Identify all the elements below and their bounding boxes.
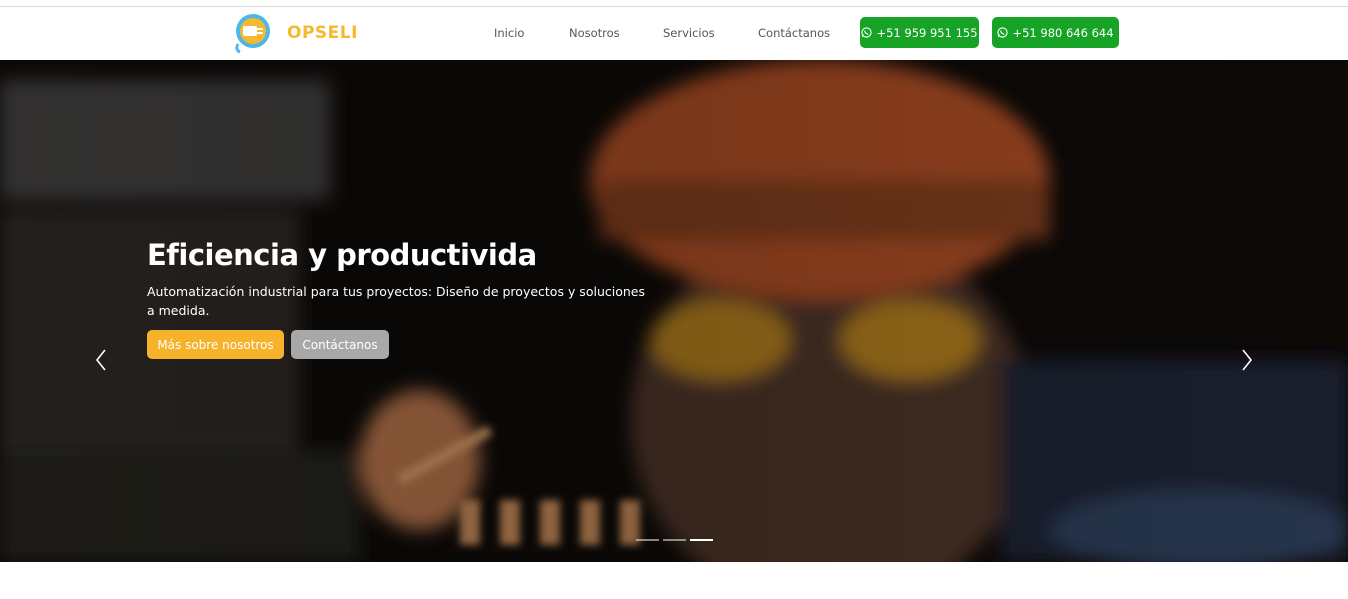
nav-link-contactanos[interactable]: Contáctanos xyxy=(758,26,830,40)
nav-link-servicios[interactable]: Servicios xyxy=(663,26,715,40)
carousel-indicator-1[interactable] xyxy=(636,539,659,541)
whatsapp-button-2[interactable]: +51 980 646 644 xyxy=(992,17,1119,48)
nav-link-nosotros[interactable]: Nosotros xyxy=(569,26,620,40)
whatsapp-icon xyxy=(997,27,1009,38)
nav-menu: Inicio Nosotros Servicios Contáctanos +5… xyxy=(0,7,1348,60)
whatsapp-button-1[interactable]: +51 959 951 155 xyxy=(860,17,979,48)
carousel-next-button[interactable] xyxy=(1240,348,1254,372)
navbar: OPSELI Inicio Nosotros Servicios Contáct… xyxy=(0,7,1348,60)
chevron-left-icon xyxy=(95,349,106,371)
whatsapp-number-1: +51 959 951 155 xyxy=(876,25,978,40)
contact-button[interactable]: Contáctanos xyxy=(291,330,389,359)
whatsapp-icon xyxy=(861,27,873,38)
chevron-right-icon xyxy=(1242,349,1253,371)
nav-link-inicio[interactable]: Inicio xyxy=(494,26,524,40)
hero-subtitle: Automatización industrial para tus proye… xyxy=(147,284,645,318)
carousel-indicator-2[interactable] xyxy=(663,539,686,541)
whatsapp-number-2: +51 980 646 644 xyxy=(1012,25,1114,40)
carousel-prev-button[interactable] xyxy=(94,348,108,372)
carousel-indicators xyxy=(636,539,713,541)
about-us-button[interactable]: Más sobre nosotros xyxy=(147,330,284,359)
carousel-indicator-3[interactable] xyxy=(690,539,713,541)
hero-title: Eficiencia y productivida xyxy=(147,238,537,272)
